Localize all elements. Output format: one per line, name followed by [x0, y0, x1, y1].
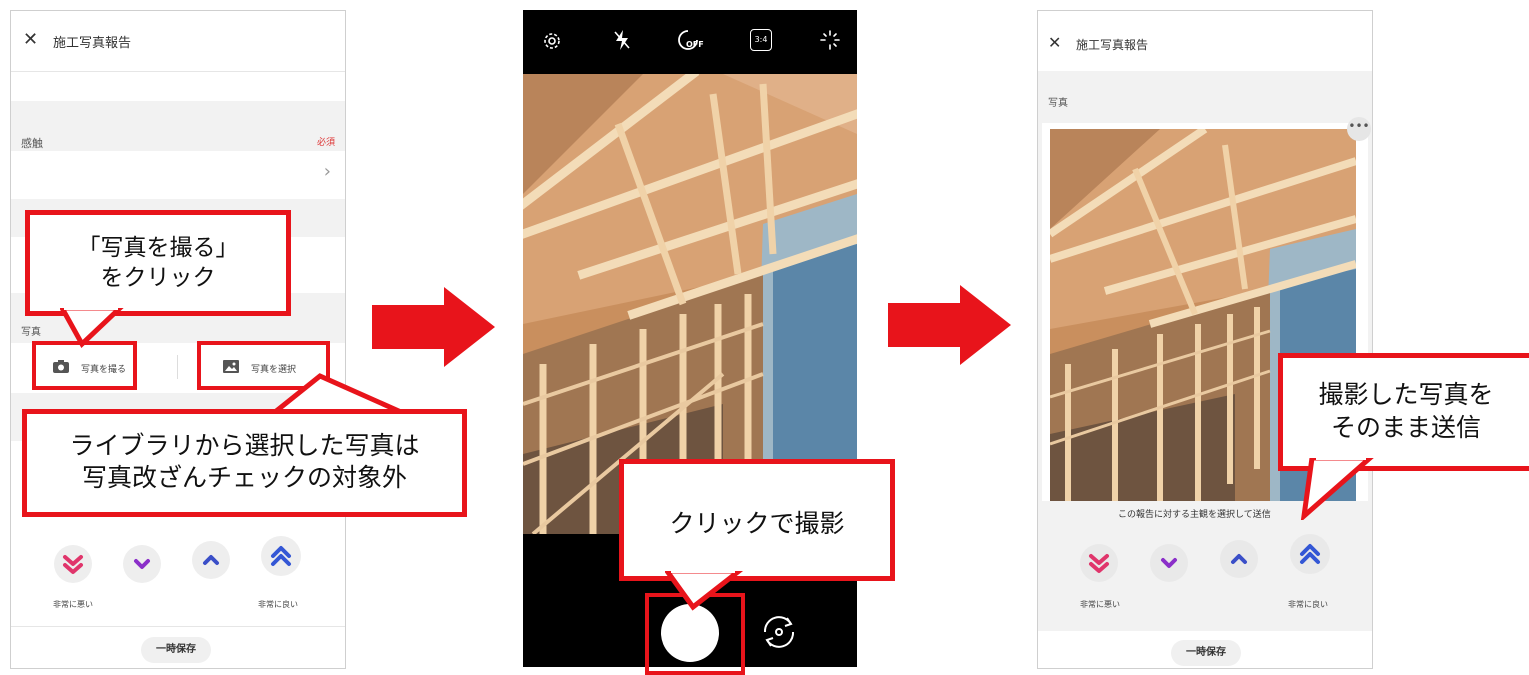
- chevron-up-icon: [1231, 554, 1247, 564]
- prompt-text: この報告に対する主観を選択して送信: [1118, 510, 1271, 520]
- very-bad-button[interactable]: [1080, 544, 1118, 582]
- flow-arrow-2: [888, 285, 1011, 365]
- camera-toolbar: OFF 3:4: [523, 10, 857, 74]
- very-good-button[interactable]: [261, 536, 301, 576]
- double-chevron-up-icon: [271, 546, 291, 566]
- very-bad-label: 非常に悪い: [53, 600, 93, 609]
- callout-send: 撮影した写真を そのまま送信: [1278, 353, 1529, 471]
- left-blank-row: [11, 71, 345, 102]
- callout-shoot: クリックで撮影: [619, 459, 895, 581]
- very-bad-label: 非常に悪い: [1080, 600, 1120, 609]
- very-good-label: 非常に良い: [258, 600, 298, 609]
- very-good-button[interactable]: [1290, 534, 1330, 574]
- callout-shoot-text: クリックで撮影: [669, 509, 845, 538]
- required-label: 必須: [316, 138, 335, 148]
- section-label: 感触: [21, 137, 43, 150]
- right-header-title: 施工写真報告: [1076, 38, 1149, 52]
- callout-send-tail: [1300, 458, 1374, 520]
- callout-library-line1: ライブラリから選択した写真は: [69, 431, 420, 460]
- switch-camera-icon[interactable]: [757, 610, 801, 654]
- chevron-down-icon: [1161, 558, 1177, 568]
- left-select-row[interactable]: ›: [11, 151, 345, 199]
- very-bad-button[interactable]: [54, 545, 92, 583]
- photo-label: 写真: [21, 327, 41, 338]
- bad-button[interactable]: [1150, 544, 1188, 582]
- callout-library: ライブラリから選択した写真は 写真改ざんチェックの対象外: [22, 409, 467, 517]
- left-footer-divider: [11, 626, 345, 628]
- double-chevron-down-icon: [63, 555, 83, 574]
- ratio-icon[interactable]: 3:4: [750, 29, 772, 51]
- sparkle-icon[interactable]: [818, 28, 842, 52]
- callout-take-line2: をクリック: [100, 265, 216, 291]
- take-photo-highlight: [32, 341, 137, 390]
- close-icon[interactable]: ✕: [23, 29, 38, 50]
- close-icon[interactable]: ✕: [1048, 33, 1061, 52]
- right-phone-screen: ✕ 施工写真報告 写真 ••• この報告に対する主観を選択して送信 非常に悪い …: [1037, 10, 1373, 669]
- save-draft-button[interactable]: 一時保存: [1171, 640, 1241, 666]
- double-chevron-down-icon: [1089, 554, 1109, 573]
- callout-library-line2: 写真改ざんチェックの対象外: [81, 463, 407, 492]
- good-button[interactable]: [192, 541, 230, 579]
- ratio-label: 3:4: [754, 35, 768, 44]
- more-options-button[interactable]: •••: [1347, 117, 1371, 141]
- left-section-header: 感触 必須: [11, 101, 345, 151]
- callout-send-line1: 撮影した写真を: [1318, 380, 1494, 409]
- callout-take-tail: [60, 308, 124, 348]
- timer-off-label: OFF: [686, 40, 704, 49]
- left-header-title: 施工写真報告: [53, 36, 132, 51]
- chevron-right-icon: ›: [323, 161, 331, 182]
- callout-send-line2: そのまま送信: [1330, 413, 1481, 442]
- right-header: ✕ 施工写真報告: [1038, 11, 1372, 71]
- flash-off-icon[interactable]: [613, 28, 631, 52]
- chevron-down-icon: [134, 559, 150, 569]
- chevron-up-icon: [203, 555, 219, 565]
- right-photo-label: 写真: [1048, 98, 1068, 109]
- good-button[interactable]: [1220, 540, 1258, 578]
- callout-take-line1: 「写真を撮る」: [77, 235, 239, 261]
- action-divider: [177, 355, 178, 379]
- flow-arrow-1: [372, 287, 495, 367]
- save-draft-button[interactable]: 一時保存: [141, 637, 211, 663]
- callout-take-photo: 「写真を撮る」 をクリック: [25, 210, 291, 316]
- double-chevron-up-icon: [1300, 544, 1320, 564]
- callout-shoot-tail: [665, 571, 744, 611]
- very-good-label: 非常に良い: [1288, 600, 1328, 609]
- left-header: ✕ 施工写真報告: [11, 11, 345, 71]
- bad-button[interactable]: [123, 545, 161, 583]
- settings-icon[interactable]: [541, 30, 563, 52]
